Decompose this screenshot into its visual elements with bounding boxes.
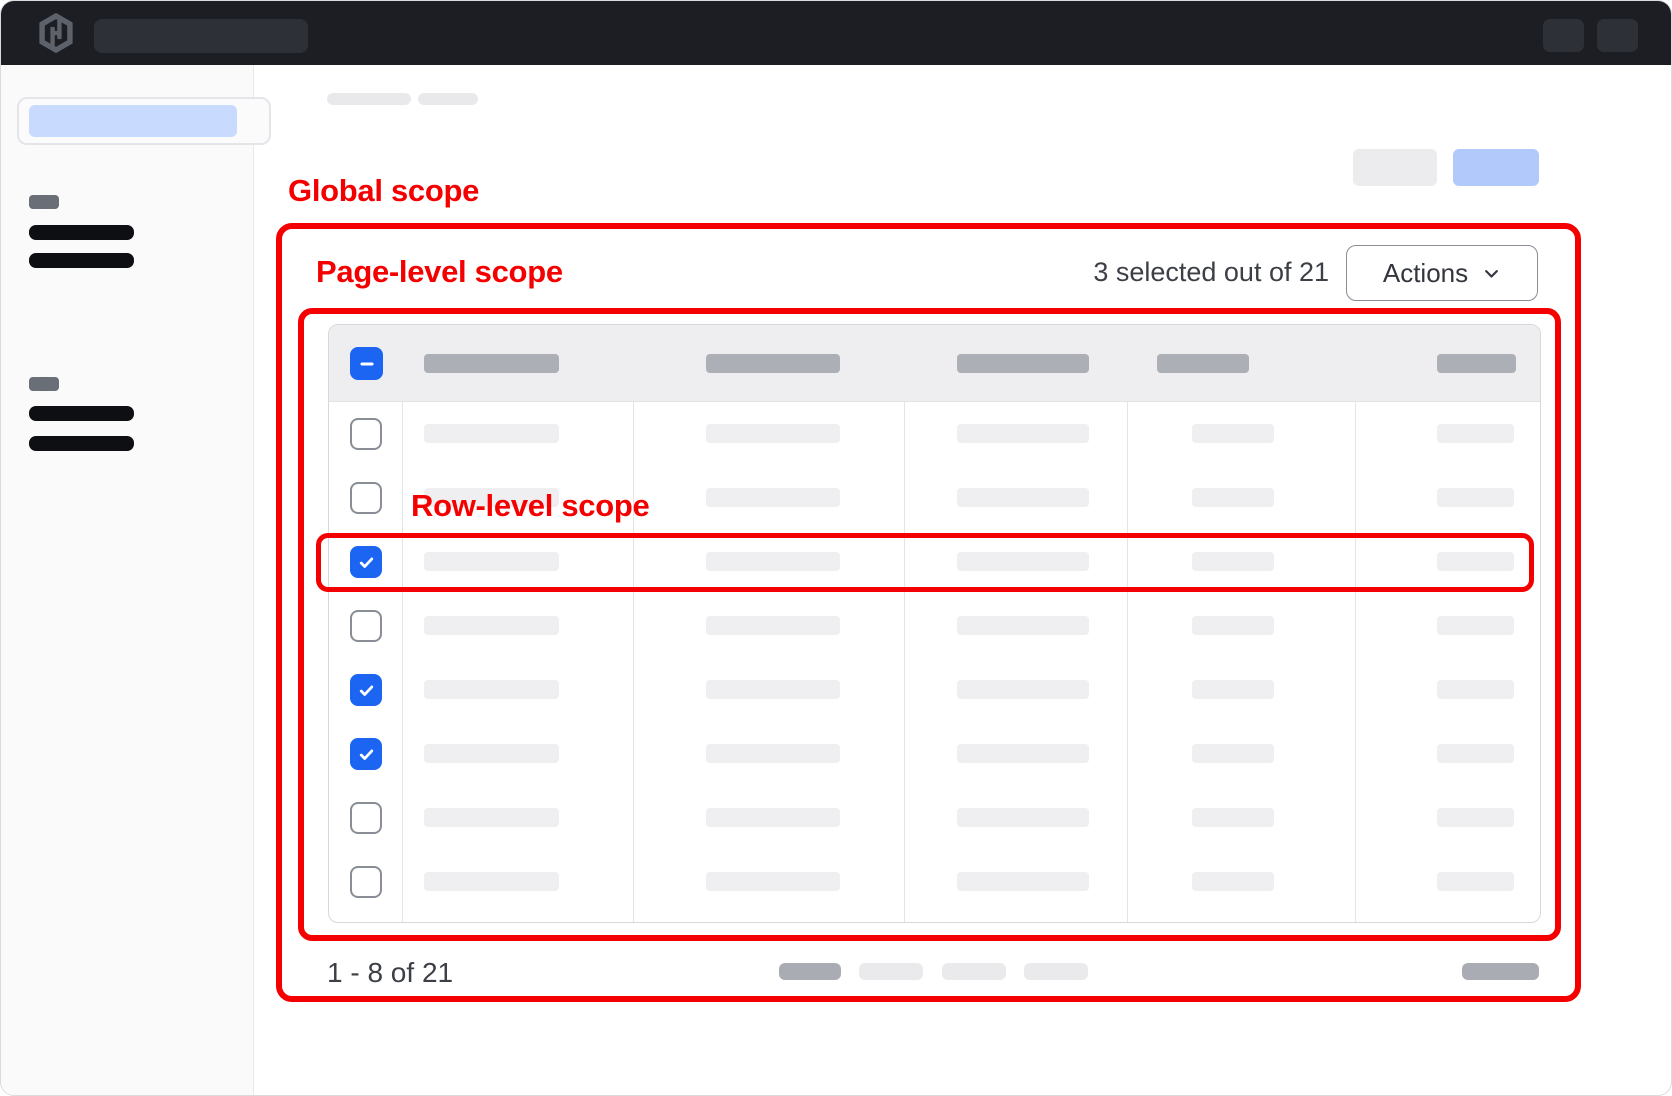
cell-skeleton	[706, 488, 840, 507]
cell-skeleton	[1192, 488, 1274, 507]
pagination-page-pill[interactable]	[1024, 963, 1088, 980]
check-icon	[358, 682, 375, 699]
cell-skeleton	[957, 808, 1089, 827]
header-skeleton	[957, 354, 1089, 373]
row-checkbox-checked[interactable]	[350, 738, 382, 770]
sidebar-item[interactable]	[29, 253, 134, 268]
sidebar-item[interactable]	[29, 436, 134, 451]
table-row	[329, 786, 1540, 850]
actions-button-label: Actions	[1383, 258, 1468, 289]
page-scope-label: Page-level scope	[316, 254, 563, 290]
cell-skeleton	[957, 488, 1089, 507]
table-row	[329, 850, 1540, 914]
cell-skeleton	[706, 680, 840, 699]
app-window: Global scope Page-level scope Row-level …	[0, 0, 1672, 1096]
search-input[interactable]	[94, 19, 308, 53]
sidebar-item[interactable]	[29, 406, 134, 421]
pagination-range: 1 - 8 of 21	[327, 957, 453, 989]
row-checkbox[interactable]	[350, 418, 382, 450]
hashicorp-logo-icon	[35, 12, 77, 54]
row-checkbox[interactable]	[350, 802, 382, 834]
cell-skeleton	[1437, 808, 1514, 827]
sidebar-active-item[interactable]	[29, 105, 237, 137]
chevron-down-icon	[1482, 264, 1501, 283]
row-checkbox[interactable]	[350, 482, 382, 514]
check-icon	[358, 746, 375, 763]
cell-skeleton	[1437, 488, 1514, 507]
sidebar-section-label	[29, 377, 59, 391]
sidebar-section-label	[29, 195, 59, 209]
table-row	[329, 594, 1540, 658]
cell-skeleton	[957, 680, 1089, 699]
minus-icon	[358, 355, 376, 373]
check-icon	[358, 554, 375, 571]
table-header	[329, 325, 1540, 402]
pagination-page-pill[interactable]	[942, 963, 1006, 980]
data-table	[328, 324, 1541, 923]
cell-skeleton	[1192, 552, 1274, 571]
table-row	[329, 530, 1540, 594]
row-checkbox-checked[interactable]	[350, 546, 382, 578]
actions-button[interactable]: Actions	[1346, 245, 1538, 301]
row-checkbox[interactable]	[350, 610, 382, 642]
selection-status: 3 selected out of 21	[1093, 257, 1329, 288]
cell-skeleton	[957, 424, 1089, 443]
cell-skeleton	[1192, 616, 1274, 635]
breadcrumb-item[interactable]	[327, 93, 411, 105]
table-body	[329, 402, 1540, 914]
cell-skeleton	[1192, 808, 1274, 827]
table-row	[329, 658, 1540, 722]
cell-skeleton	[1437, 680, 1514, 699]
header-skeleton	[1437, 354, 1516, 373]
header-skeleton	[1157, 354, 1249, 373]
secondary-button[interactable]	[1353, 149, 1437, 186]
cell-skeleton	[706, 872, 840, 891]
sidebar	[1, 65, 254, 1096]
cell-skeleton	[957, 872, 1089, 891]
row-scope-label: Row-level scope	[411, 488, 649, 524]
cell-skeleton	[706, 424, 840, 443]
cell-skeleton	[706, 552, 840, 571]
header-skeleton	[424, 354, 559, 373]
row-checkbox-checked[interactable]	[350, 674, 382, 706]
cell-skeleton	[1437, 424, 1514, 443]
cell-skeleton	[706, 616, 840, 635]
cell-skeleton	[957, 616, 1089, 635]
user-menu-button[interactable]	[1597, 19, 1638, 52]
pagination-page-pill[interactable]	[859, 963, 923, 980]
cell-skeleton	[424, 552, 559, 571]
global-scope-label: Global scope	[288, 173, 479, 209]
cell-skeleton	[1437, 552, 1514, 571]
cell-skeleton	[706, 744, 840, 763]
cell-skeleton	[1192, 872, 1274, 891]
primary-button[interactable]	[1453, 149, 1539, 186]
top-navbar	[1, 1, 1672, 65]
cell-skeleton	[1437, 616, 1514, 635]
row-checkbox[interactable]	[350, 866, 382, 898]
cell-skeleton	[1437, 872, 1514, 891]
breadcrumb-item[interactable]	[418, 93, 478, 105]
select-all-checkbox[interactable]	[350, 347, 383, 380]
cell-skeleton	[424, 808, 559, 827]
cell-skeleton	[424, 872, 559, 891]
cell-skeleton	[424, 616, 559, 635]
pagination-page-pill[interactable]	[779, 963, 841, 980]
help-button[interactable]	[1543, 19, 1584, 52]
cell-skeleton	[424, 744, 559, 763]
cell-skeleton	[1192, 424, 1274, 443]
cell-skeleton	[706, 808, 840, 827]
cell-skeleton	[1437, 744, 1514, 763]
header-skeleton	[706, 354, 840, 373]
cell-skeleton	[424, 424, 559, 443]
cell-skeleton	[957, 744, 1089, 763]
sidebar-item[interactable]	[29, 225, 134, 240]
cell-skeleton	[957, 552, 1089, 571]
cell-skeleton	[1192, 744, 1274, 763]
cell-skeleton	[424, 680, 559, 699]
table-row	[329, 402, 1540, 466]
table-row	[329, 722, 1540, 786]
pagination-next-pill[interactable]	[1462, 963, 1539, 980]
cell-skeleton	[1192, 680, 1274, 699]
